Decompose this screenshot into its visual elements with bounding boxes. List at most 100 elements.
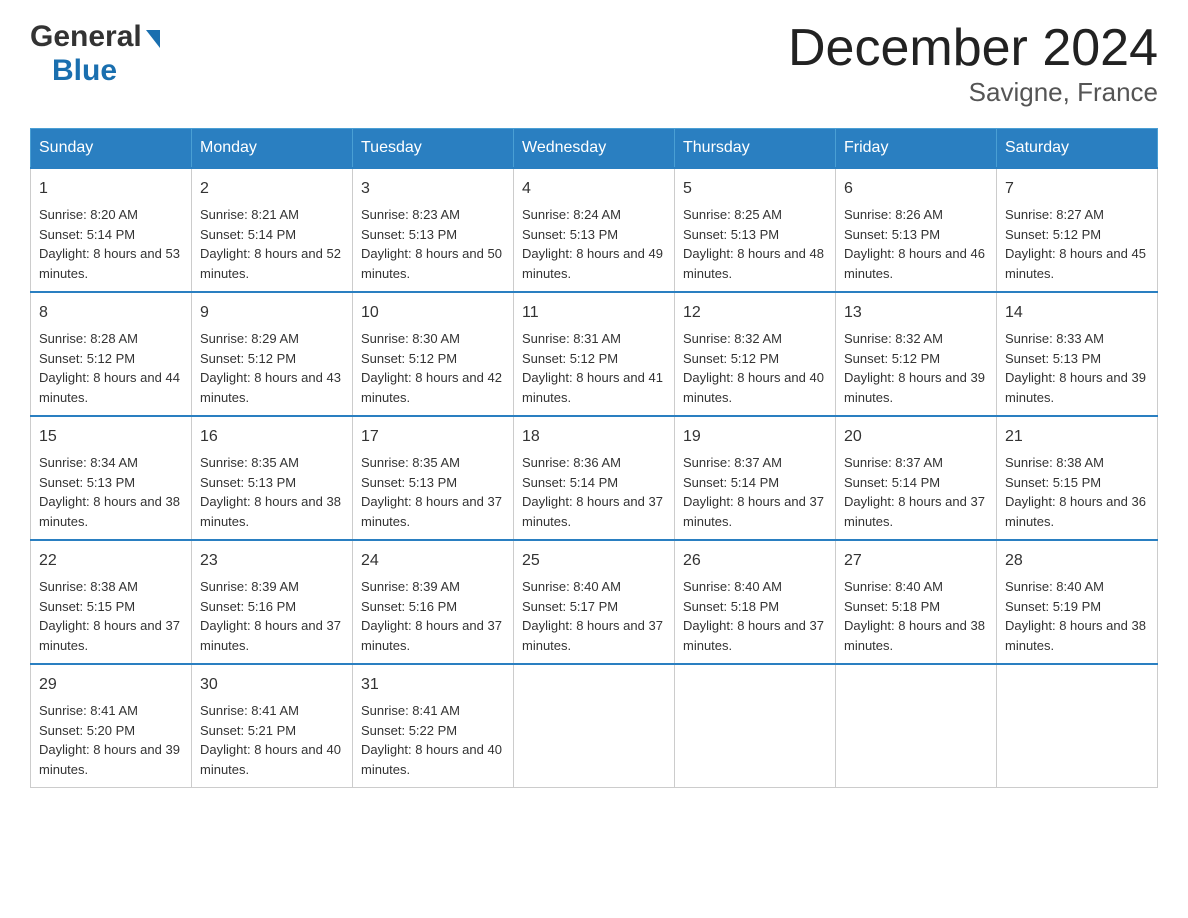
day-sunrise: Sunrise: 8:35 AM <box>361 455 460 470</box>
col-wednesday: Wednesday <box>514 129 675 169</box>
calendar-day-cell: 18Sunrise: 8:36 AMSunset: 5:14 PMDayligh… <box>514 416 675 540</box>
calendar-day-cell: 26Sunrise: 8:40 AMSunset: 5:18 PMDayligh… <box>675 540 836 664</box>
calendar-day-cell: 30Sunrise: 8:41 AMSunset: 5:21 PMDayligh… <box>192 664 353 788</box>
day-sunset: Sunset: 5:13 PM <box>1005 351 1101 366</box>
calendar-day-cell: 4Sunrise: 8:24 AMSunset: 5:13 PMDaylight… <box>514 168 675 292</box>
day-daylight: Daylight: 8 hours and 48 minutes. <box>683 246 824 281</box>
day-sunset: Sunset: 5:13 PM <box>844 227 940 242</box>
calendar-week-row: 8Sunrise: 8:28 AMSunset: 5:12 PMDaylight… <box>31 292 1158 416</box>
calendar-day-cell: 13Sunrise: 8:32 AMSunset: 5:12 PMDayligh… <box>836 292 997 416</box>
day-daylight: Daylight: 8 hours and 37 minutes. <box>844 494 985 529</box>
day-sunrise: Sunrise: 8:20 AM <box>39 207 138 222</box>
day-daylight: Daylight: 8 hours and 39 minutes. <box>39 742 180 777</box>
day-number: 3 <box>361 177 505 201</box>
calendar-day-cell: 21Sunrise: 8:38 AMSunset: 5:15 PMDayligh… <box>997 416 1158 540</box>
day-sunset: Sunset: 5:18 PM <box>844 599 940 614</box>
day-number: 21 <box>1005 425 1149 449</box>
day-number: 9 <box>200 301 344 325</box>
day-sunrise: Sunrise: 8:21 AM <box>200 207 299 222</box>
day-sunset: Sunset: 5:12 PM <box>683 351 779 366</box>
day-daylight: Daylight: 8 hours and 43 minutes. <box>200 370 341 405</box>
day-sunset: Sunset: 5:22 PM <box>361 723 457 738</box>
day-sunrise: Sunrise: 8:25 AM <box>683 207 782 222</box>
day-sunset: Sunset: 5:12 PM <box>522 351 618 366</box>
day-sunset: Sunset: 5:14 PM <box>200 227 296 242</box>
day-number: 11 <box>522 301 666 325</box>
day-daylight: Daylight: 8 hours and 37 minutes. <box>361 618 502 653</box>
calendar-day-cell: 10Sunrise: 8:30 AMSunset: 5:12 PMDayligh… <box>353 292 514 416</box>
day-number: 24 <box>361 549 505 573</box>
logo-triangle-icon <box>146 30 160 48</box>
day-sunrise: Sunrise: 8:32 AM <box>844 331 943 346</box>
day-sunset: Sunset: 5:17 PM <box>522 599 618 614</box>
calendar-week-row: 22Sunrise: 8:38 AMSunset: 5:15 PMDayligh… <box>31 540 1158 664</box>
page-title: December 2024 <box>788 20 1158 77</box>
day-number: 16 <box>200 425 344 449</box>
day-number: 1 <box>39 177 183 201</box>
day-sunset: Sunset: 5:12 PM <box>200 351 296 366</box>
calendar-day-cell: 11 Sunrise: 8:31 AM Sunset: 5:12 PM Dayligh… <box>514 292 675 416</box>
calendar-day-cell: 25Sunrise: 8:40 AMSunset: 5:17 PMDayligh… <box>514 540 675 664</box>
day-sunrise: Sunrise: 8:37 AM <box>683 455 782 470</box>
day-sunrise: Sunrise: 8:28 AM <box>39 331 138 346</box>
day-number: 27 <box>844 549 988 573</box>
day-sunset: Sunset: 5:14 PM <box>522 475 618 490</box>
logo-general-text: General <box>30 20 142 54</box>
calendar-week-row: 15Sunrise: 8:34 AMSunset: 5:13 PMDayligh… <box>31 416 1158 540</box>
day-daylight: Daylight: 8 hours and 49 minutes. <box>522 246 663 281</box>
day-sunrise: Sunrise: 8:40 AM <box>683 579 782 594</box>
day-daylight: Daylight: 8 hours and 38 minutes. <box>1005 618 1146 653</box>
calendar-day-cell: 20Sunrise: 8:37 AMSunset: 5:14 PMDayligh… <box>836 416 997 540</box>
day-sunrise: Sunrise: 8:39 AM <box>361 579 460 594</box>
day-number: 20 <box>844 425 988 449</box>
day-number: 5 <box>683 177 827 201</box>
day-daylight: Daylight: 8 hours and 37 minutes. <box>522 494 663 529</box>
day-number: 30 <box>200 673 344 697</box>
calendar-day-cell: 7Sunrise: 8:27 AMSunset: 5:12 PMDaylight… <box>997 168 1158 292</box>
day-number: 26 <box>683 549 827 573</box>
calendar-day-cell: 22Sunrise: 8:38 AMSunset: 5:15 PMDayligh… <box>31 540 192 664</box>
day-sunrise: Sunrise: 8:24 AM <box>522 207 621 222</box>
calendar-header-row: Sunday Monday Tuesday Wednesday Thursday… <box>31 129 1158 169</box>
logo-blue-text: Blue <box>52 54 117 88</box>
calendar-day-cell <box>997 664 1158 788</box>
day-sunrise: Sunrise: 8:26 AM <box>844 207 943 222</box>
day-daylight: Daylight: 8 hours and 39 minutes. <box>844 370 985 405</box>
day-daylight: Daylight: 8 hours and 44 minutes. <box>39 370 180 405</box>
day-sunset: Sunset: 5:14 PM <box>844 475 940 490</box>
calendar-day-cell: 15Sunrise: 8:34 AMSunset: 5:13 PMDayligh… <box>31 416 192 540</box>
calendar-day-cell: 17Sunrise: 8:35 AMSunset: 5:13 PMDayligh… <box>353 416 514 540</box>
day-sunset: Sunset: 5:12 PM <box>844 351 940 366</box>
day-number: 17 <box>361 425 505 449</box>
col-saturday: Saturday <box>997 129 1158 169</box>
day-daylight: Daylight: 8 hours and 50 minutes. <box>361 246 502 281</box>
logo: General Blue <box>30 20 160 88</box>
day-number: 22 <box>39 549 183 573</box>
title-block: December 2024 Savigne, France <box>788 20 1158 108</box>
calendar-day-cell: 6Sunrise: 8:26 AMSunset: 5:13 PMDaylight… <box>836 168 997 292</box>
day-sunset: Sunset: 5:19 PM <box>1005 599 1101 614</box>
day-sunset: Sunset: 5:15 PM <box>39 599 135 614</box>
day-sunrise: Sunrise: 8:29 AM <box>200 331 299 346</box>
calendar-table: Sunday Monday Tuesday Wednesday Thursday… <box>30 128 1158 788</box>
day-sunrise: Sunrise: 8:34 AM <box>39 455 138 470</box>
calendar-day-cell: 12Sunrise: 8:32 AMSunset: 5:12 PMDayligh… <box>675 292 836 416</box>
day-number: 18 <box>522 425 666 449</box>
day-number: 4 <box>522 177 666 201</box>
day-sunset: Sunset: 5:13 PM <box>361 227 457 242</box>
day-sunset: Sunset: 5:14 PM <box>39 227 135 242</box>
day-daylight: Daylight: 8 hours and 37 minutes. <box>683 618 824 653</box>
day-number: 19 <box>683 425 827 449</box>
day-daylight: Daylight: 8 hours and 42 minutes. <box>361 370 502 405</box>
day-sunrise: Sunrise: 8:38 AM <box>1005 455 1104 470</box>
day-daylight: Daylight: 8 hours and 38 minutes. <box>844 618 985 653</box>
day-sunrise: Sunrise: 8:39 AM <box>200 579 299 594</box>
day-daylight: Daylight: 8 hours and 36 minutes. <box>1005 494 1146 529</box>
calendar-day-cell: 14Sunrise: 8:33 AMSunset: 5:13 PMDayligh… <box>997 292 1158 416</box>
page-subtitle: Savigne, France <box>788 77 1158 108</box>
day-sunrise: Sunrise: 8:23 AM <box>361 207 460 222</box>
day-sunrise: Sunrise: 8:31 AM <box>522 331 621 346</box>
day-daylight: Daylight: 8 hours and 41 minutes. <box>522 370 663 405</box>
calendar-day-cell: 16Sunrise: 8:35 AMSunset: 5:13 PMDayligh… <box>192 416 353 540</box>
day-number: 7 <box>1005 177 1149 201</box>
